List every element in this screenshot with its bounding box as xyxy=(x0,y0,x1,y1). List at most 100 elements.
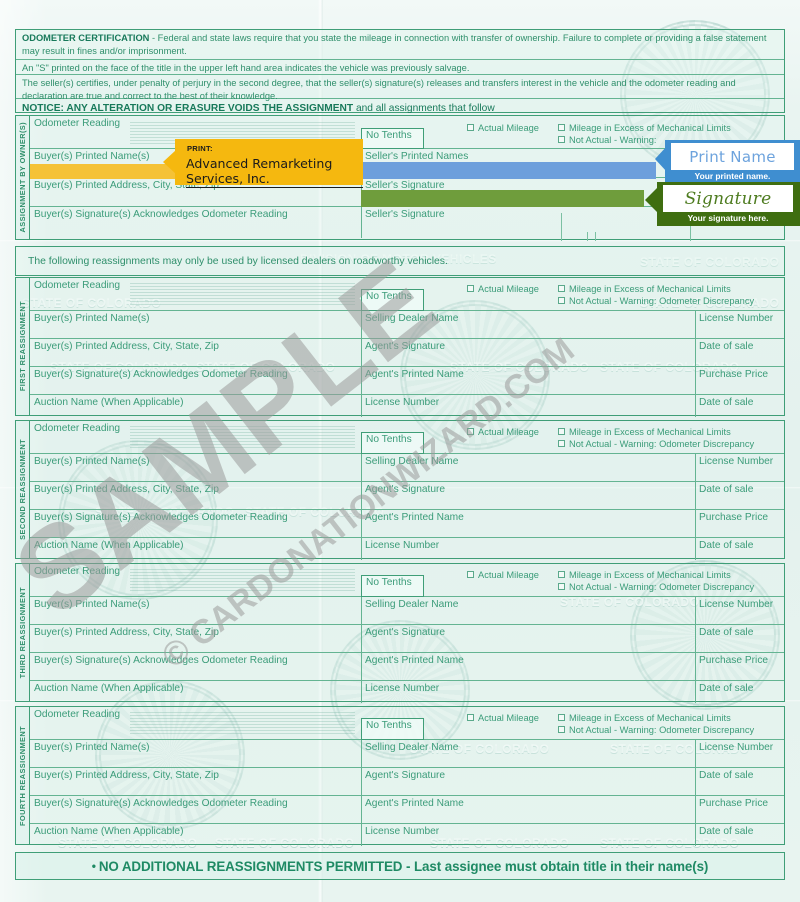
not-actual-checkbox-group[interactable]: Not Actual - Warning: Odometer Discrepan… xyxy=(558,582,754,592)
excess-limits-label: Mileage in Excess of Mechanical Limits xyxy=(569,427,731,437)
no-tenths-box: No Tenths xyxy=(361,289,424,311)
detail-column-label: License Number xyxy=(699,599,774,610)
dealer-column-label: Selling Dealer Name xyxy=(365,313,459,324)
alteration-notice-bold: NOTICE: ANY ALTERATION OR ERASURE VOIDS … xyxy=(22,103,354,114)
rail-assignment-by-owners: ASSIGNMENT BY OWNER(S) xyxy=(15,115,30,240)
detail-column-label: Date of sale xyxy=(699,540,754,551)
buyer-printed-names-row: Buyer(s) Printed Name(s) Selling Dealer … xyxy=(30,454,784,482)
dealer-column-label: License Number xyxy=(365,683,440,694)
excess-limits-checkbox-group[interactable]: Mileage in Excess of Mechanical Limits xyxy=(558,713,731,723)
excess-limits-checkbox[interactable] xyxy=(558,571,565,578)
not-actual-checkbox[interactable] xyxy=(558,583,565,590)
rail-reassignment-2: SECOND REASSIGNMENT xyxy=(15,420,30,559)
excess-limits-checkbox-group[interactable]: Mileage in Excess of Mechanical Limits xyxy=(558,284,731,294)
not-actual-checkbox-group[interactable]: Not Actual - Warning: xyxy=(558,135,657,145)
actual-mileage-checkbox[interactable] xyxy=(467,428,474,435)
odometer-reading-label: Odometer Reading xyxy=(34,280,121,291)
excess-limits-checkbox[interactable] xyxy=(558,124,565,131)
actual-mileage-label: Actual Mileage xyxy=(478,570,539,580)
buyer-address-row: Buyer(s) Printed Address, City, State, Z… xyxy=(30,339,784,367)
reassignment-notice: The following reassignments may only be … xyxy=(15,246,785,276)
actual-mileage-label: Actual Mileage xyxy=(478,713,539,723)
certification-line-3: The seller(s) certifies, under penalty o… xyxy=(16,75,784,101)
actual-mileage-checkbox[interactable] xyxy=(467,571,474,578)
scan-seam xyxy=(0,240,800,242)
actual-mileage-checkbox-group[interactable]: Actual Mileage xyxy=(467,123,539,133)
microprint-band xyxy=(130,712,355,735)
detail-column-label: Date of sale xyxy=(699,826,754,837)
no-tenths-box: No Tenths xyxy=(361,718,424,740)
no-tenths-box: No Tenths xyxy=(361,575,424,597)
reassignment-table-2: Odometer Reading No Tenths Actual Mileag… xyxy=(29,420,785,560)
buyer-address-row: Buyer(s) Printed Address, City, State, Z… xyxy=(30,768,784,796)
dealer-column-label: Agent's Printed Name xyxy=(365,369,464,380)
signature-caption: Your signature here. xyxy=(687,213,769,223)
detail-column-label: Date of sale xyxy=(699,770,754,781)
rail-reassignment-3: THIRD REASSIGNMENT xyxy=(15,563,30,702)
dealer-column-label: Agent's Printed Name xyxy=(365,798,464,809)
not-actual-label: Not Actual - Warning: xyxy=(569,135,657,145)
auction-name-row: Auction Name (When Applicable) License N… xyxy=(30,681,784,703)
actual-mileage-checkbox[interactable] xyxy=(467,124,474,131)
not-actual-checkbox[interactable] xyxy=(558,726,565,733)
rail-label: SECOND REASSIGNMENT xyxy=(18,439,27,540)
excess-limits-checkbox[interactable] xyxy=(558,714,565,721)
detail-column-label: Purchase Price xyxy=(699,369,769,380)
actual-mileage-checkbox[interactable] xyxy=(467,285,474,292)
detail-column-label: Date of sale xyxy=(699,627,754,638)
print-callout-value: Advanced Remarketing Services, Inc. xyxy=(186,156,363,188)
actual-mileage-checkbox[interactable] xyxy=(467,714,474,721)
detail-column-label: License Number xyxy=(699,456,774,467)
excess-limits-checkbox-group[interactable]: Mileage in Excess of Mechanical Limits xyxy=(558,123,731,133)
buyer-signature-ack-row: Buyer(s) Signature(s) Acknowledges Odome… xyxy=(30,796,784,824)
rail-reassignment-4: FOURTH REASSIGNMENT xyxy=(15,706,30,845)
sellers-signature-label-2: Seller's Signature xyxy=(365,209,445,220)
actual-mileage-label: Actual Mileage xyxy=(478,284,539,294)
not-actual-checkbox-group[interactable]: Not Actual - Warning: Odometer Discrepan… xyxy=(558,725,754,735)
seller-printed-names-highlight xyxy=(361,162,656,179)
dealer-column-label: Agent's Signature xyxy=(365,770,446,781)
buyer-signature-ack-row: Buyer(s) Signature(s) Acknowledges Odome… xyxy=(30,653,784,681)
actual-mileage-checkbox-group[interactable]: Actual Mileage xyxy=(467,284,539,294)
excess-limits-label: Mileage in Excess of Mechanical Limits xyxy=(569,570,731,580)
buyer-column-label: Buyer(s) Printed Name(s) xyxy=(34,313,150,324)
not-actual-label: Not Actual - Warning: Odometer Discrepan… xyxy=(569,725,755,735)
rail-label: THIRD REASSIGNMENT xyxy=(18,586,27,679)
microprint-band xyxy=(130,283,355,306)
excess-limits-checkbox-group[interactable]: Mileage in Excess of Mechanical Limits xyxy=(558,427,731,437)
buyer-column-label: Auction Name (When Applicable) xyxy=(34,826,184,837)
actual-mileage-checkbox-group[interactable]: Actual Mileage xyxy=(467,427,539,437)
alteration-notice-rest: and all assignments that follow xyxy=(353,103,495,114)
excess-limits-checkbox-group[interactable]: Mileage in Excess of Mechanical Limits xyxy=(558,570,731,580)
not-actual-checkbox[interactable] xyxy=(558,440,565,447)
not-actual-checkbox[interactable] xyxy=(558,297,565,304)
excess-limits-checkbox[interactable] xyxy=(558,428,565,435)
not-actual-checkbox-group[interactable]: Not Actual - Warning: Odometer Discrepan… xyxy=(558,296,754,306)
buyer-column-label: Buyer(s) Signature(s) Acknowledges Odome… xyxy=(34,798,288,809)
buyer-column-label: Buyer(s) Printed Name(s) xyxy=(34,599,150,610)
detail-column-label: Date of sale xyxy=(699,341,754,352)
registration-tick xyxy=(561,213,562,241)
dealer-column-label: License Number xyxy=(365,540,440,551)
buyer-printed-names-row: Buyer(s) Printed Name(s) Selling Dealer … xyxy=(30,311,784,339)
certification-heading: ODOMETER CERTIFICATION xyxy=(22,33,150,43)
odometer-reading-label: Odometer Reading xyxy=(34,709,121,720)
detail-column-label: License Number xyxy=(699,313,774,324)
dealer-column-label: Agent's Signature xyxy=(365,341,446,352)
dealer-column-label: Selling Dealer Name xyxy=(365,456,459,467)
excess-limits-label: Mileage in Excess of Mechanical Limits xyxy=(569,284,731,294)
actual-mileage-checkbox-group[interactable]: Actual Mileage xyxy=(467,570,539,580)
buyer-printed-names-row: Buyer(s) Printed Name(s) Selling Dealer … xyxy=(30,597,784,625)
footer-text: NO ADDITIONAL REASSIGNMENTS PERMITTED - … xyxy=(98,858,709,874)
not-actual-checkbox[interactable] xyxy=(558,136,565,143)
excess-limits-checkbox[interactable] xyxy=(558,285,565,292)
rail-label: ASSIGNMENT BY OWNER(S) xyxy=(18,122,27,233)
buyer-address-row: Buyer(s) Printed Address, City, State, Z… xyxy=(30,482,784,510)
buyer-signature-ack-row: Buyer(s) Signature(s) Acknowledges Odome… xyxy=(30,510,784,538)
detail-column-label: License Number xyxy=(699,742,774,753)
print-name-sample-text: Print Name xyxy=(689,147,776,166)
certification-line-2: An "S" printed on the face of the title … xyxy=(16,60,784,75)
no-tenths-box: No Tenths xyxy=(361,128,424,149)
actual-mileage-checkbox-group[interactable]: Actual Mileage xyxy=(467,713,539,723)
not-actual-checkbox-group[interactable]: Not Actual - Warning: Odometer Discrepan… xyxy=(558,439,754,449)
